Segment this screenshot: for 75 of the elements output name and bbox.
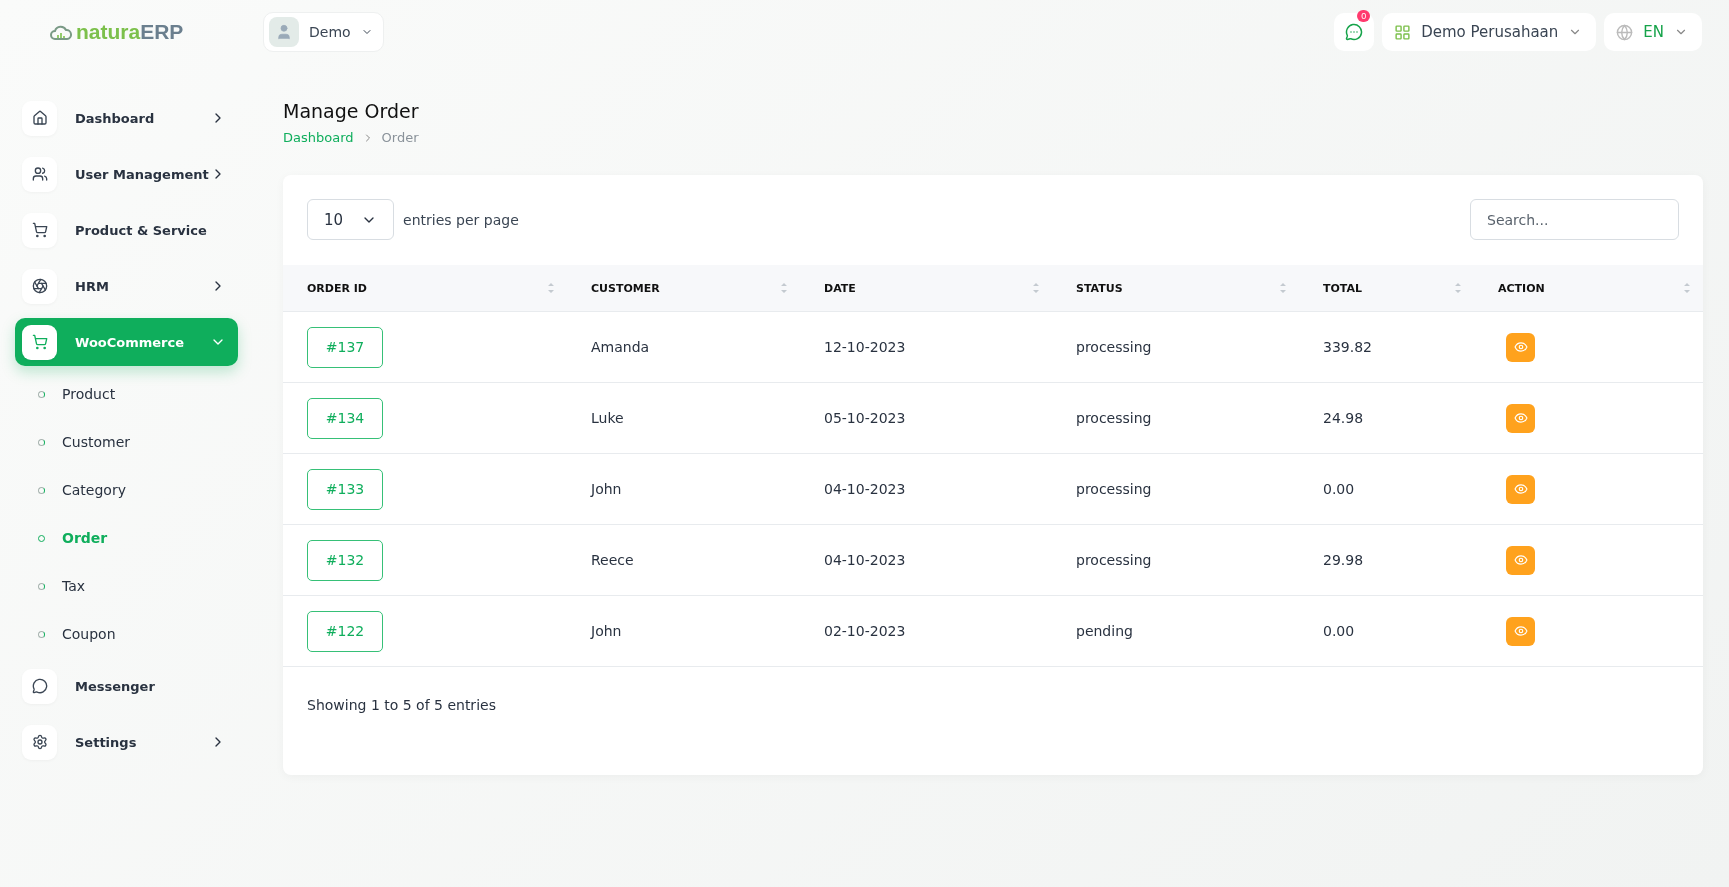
aperture-icon [22,268,57,304]
breadcrumb-current: Order [381,130,419,145]
home-icon [22,100,57,136]
sidebar-item[interactable]: Product & Service [15,206,238,254]
view-button[interactable] [1506,616,1535,646]
table-cell: 0.00 [1323,623,1355,639]
logo-text: naturaERP [76,20,184,44]
table-cell: Amanda [591,339,650,355]
submenu-item[interactable]: Customer [15,418,263,466]
submenu-item[interactable]: Tax [15,562,263,610]
sidebar-item[interactable]: Messenger [15,662,238,710]
sort-icon[interactable] [1032,281,1040,295]
table-cell: 339.82 [1323,339,1372,355]
table-cell: processing [1076,481,1152,497]
view-button[interactable] [1506,403,1535,433]
table-cell: pending [1076,623,1133,639]
sidebar-item[interactable]: Dashboard [15,94,238,142]
sort-icon[interactable] [1279,281,1287,295]
eye-icon [1513,411,1528,425]
table-cell: 0.00 [1323,481,1355,497]
entries-label: entries per page [403,211,519,228]
view-button[interactable] [1506,474,1535,504]
table-cell: processing [1076,410,1152,426]
column-header[interactable]: STATUS [1076,281,1123,295]
sidebar-item[interactable]: HRM [15,262,238,310]
table-cell: Reece [591,552,634,568]
submenu-item[interactable]: Coupon [15,610,263,658]
eye-icon [1513,340,1528,354]
eye-icon [1513,482,1528,496]
table-cell: Luke [591,410,624,426]
submenu-item[interactable]: Category [15,466,263,514]
sidebar-item[interactable]: User Management [15,150,238,198]
column-header[interactable]: ACTION [1498,281,1545,295]
cart-icon [22,212,57,248]
table-cell: processing [1076,339,1152,355]
sort-icon[interactable] [780,281,788,295]
users-icon [22,156,57,192]
view-button[interactable] [1506,545,1535,575]
user-avatar-icon [269,17,299,47]
globe-icon [1616,23,1634,41]
page-title: Manage Order [283,100,420,122]
grid-icon [1394,23,1412,41]
table-cell: 12-10-2023 [824,339,906,355]
table-cell: 04-10-2023 [824,552,906,568]
table-cell: 04-10-2023 [824,481,906,497]
search-field[interactable]: Search... [1470,199,1679,240]
column-header[interactable]: DATE [824,281,856,295]
company-select[interactable]: Demo Perusahaan [1382,13,1597,51]
pagination-summary: Showing 1 to 5 of 5 entries [307,697,496,713]
sort-icon[interactable] [1454,281,1462,295]
entries-select[interactable]: 10 [307,199,395,240]
table-cell: John [591,481,622,497]
chat-bubble-icon [1345,23,1364,41]
chat-bubble-icon [22,668,57,704]
notification-count: 0 [1357,10,1371,22]
column-header[interactable]: ORDER ID [307,281,367,295]
eye-icon [1513,553,1528,567]
user-menu[interactable]: Demo [263,12,384,52]
table-cell: processing [1076,552,1152,568]
cloud-logo-icon [50,24,72,40]
column-header[interactable]: CUSTOMER [591,281,660,295]
sort-icon[interactable] [1683,281,1691,295]
table-cell: 05-10-2023 [824,410,906,426]
sort-icon[interactable] [547,281,555,295]
table-cell: 02-10-2023 [824,623,906,639]
view-button[interactable] [1506,332,1535,362]
table-cell: 24.98 [1323,410,1364,426]
settings-icon [22,724,57,760]
table-cell: 29.98 [1323,552,1364,568]
submenu-item[interactable]: Product [15,370,263,418]
cart-icon [22,324,57,360]
sidebar-item[interactable]: Settings [15,718,238,766]
column-header[interactable]: TOTAL [1323,281,1363,295]
eye-icon [1513,624,1528,638]
table-cell: John [591,623,622,639]
